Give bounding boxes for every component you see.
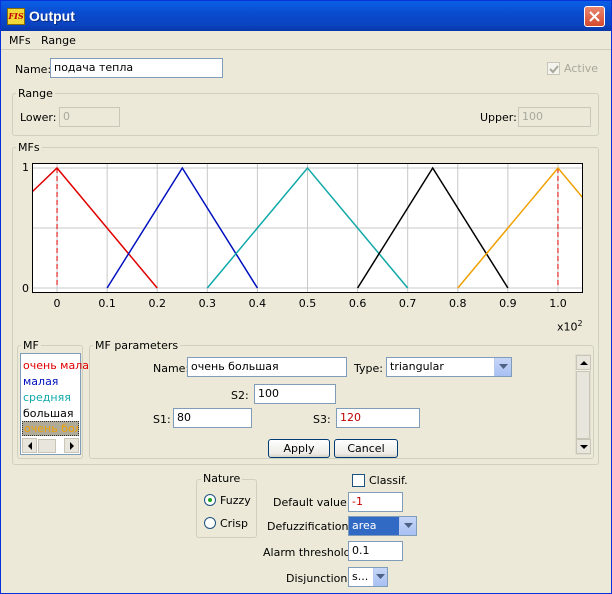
mf-type-select[interactable]: triangular <box>386 357 512 377</box>
window-title: Output <box>29 8 75 24</box>
x-multiplier-exponent: 2 <box>577 319 583 328</box>
active-label: Active <box>564 62 599 75</box>
y-tick-label: 0 <box>22 282 29 295</box>
defuzz-label: Defuzzification: <box>267 520 353 533</box>
x-tick-label: 0.4 <box>248 297 267 310</box>
scroll-left-button[interactable] <box>22 438 37 453</box>
range-legend: Range <box>16 87 55 100</box>
classif-label: Classif. <box>369 474 408 487</box>
mf-list-item-selected[interactable]: очень боль <box>22 421 79 436</box>
params-vertical-scrollbar[interactable] <box>575 354 591 455</box>
defuzz-value: area <box>352 519 377 532</box>
x-tick-label: 0 <box>53 297 61 310</box>
s3-label: S3: <box>313 413 331 426</box>
mf-type-value: triangular <box>390 360 444 373</box>
x-tick-label: 0.1 <box>98 297 116 310</box>
chevron-down-icon <box>376 574 385 579</box>
x-tick-label: 0.3 <box>198 297 217 310</box>
defuzz-dropdown-button[interactable] <box>399 517 416 535</box>
cancel-button[interactable]: Cancel <box>334 439 398 458</box>
x-tick-label: 1.0 <box>549 297 567 310</box>
x-multiplier-base: x10 <box>557 320 578 334</box>
arrow-down-icon <box>580 445 588 449</box>
x-tick-label: 0.9 <box>499 297 517 310</box>
menu-mfs[interactable]: MFs <box>9 34 31 47</box>
classif-checkbox[interactable] <box>352 474 365 487</box>
mf-list-item[interactable]: малая <box>23 375 58 388</box>
apply-button[interactable]: Apply <box>268 439 330 458</box>
x-tick-label: 0.7 <box>398 297 417 310</box>
mf-list-item[interactable]: большая <box>23 407 73 420</box>
s1-label: S1: <box>153 413 171 426</box>
mf-list-item[interactable]: очень мала <box>23 359 89 372</box>
output-window: FIS Output MFs Range Name: подача тепла … <box>0 0 612 594</box>
mf-list-item[interactable]: средняя <box>23 391 71 404</box>
disjunction-select[interactable]: s... <box>348 567 388 587</box>
close-icon <box>589 11 600 22</box>
checkmark-icon <box>549 65 559 74</box>
mf-list-legend: MF <box>21 339 41 352</box>
mf-name-input[interactable]: очень большая <box>187 357 347 377</box>
x-tick-label: 0.5 <box>298 297 317 310</box>
arrow-left-icon <box>28 442 32 450</box>
x-tick-label: 0.8 <box>449 297 467 310</box>
crisp-label: Crisp <box>220 517 248 530</box>
alarm-threshold-label: Alarm threshold: <box>263 546 355 559</box>
scroll-thumb[interactable] <box>576 371 590 439</box>
mfs-legend: MFs <box>16 141 42 154</box>
disjunction-label: Disjunction: <box>286 572 352 585</box>
arrow-right-icon <box>70 442 74 450</box>
scroll-up-button[interactable] <box>576 355 591 370</box>
fuzzy-radio[interactable] <box>204 494 216 506</box>
scroll-thumb[interactable] <box>38 439 56 453</box>
lower-label: Lower: <box>20 111 57 124</box>
x-tick-label: 0.6 <box>348 297 367 310</box>
disjunction-value: s... <box>352 570 369 583</box>
scroll-right-button[interactable] <box>64 438 79 453</box>
disjunction-dropdown-button[interactable] <box>373 568 387 586</box>
menu-bar: MFs Range <box>1 31 611 50</box>
mf-plot[interactable] <box>32 163 583 293</box>
fispro-app-icon: FIS <box>7 8 25 25</box>
title-bar[interactable]: FIS Output <box>1 1 611 31</box>
x-multiplier: x102 <box>557 319 583 334</box>
default-value-input[interactable]: -1 <box>348 492 403 512</box>
active-checkbox[interactable] <box>547 62 560 75</box>
output-name-input[interactable]: подача тепла <box>50 58 223 78</box>
mf-params-legend: MF parameters <box>93 339 181 352</box>
default-value-label: Default value: <box>273 496 351 509</box>
crisp-radio[interactable] <box>204 517 216 529</box>
nature-legend: Nature <box>201 472 243 485</box>
x-tick-label: 0.2 <box>148 297 166 310</box>
mf-name-label: Name: <box>153 362 190 375</box>
chevron-down-icon <box>499 364 508 369</box>
menu-range[interactable]: Range <box>41 34 76 47</box>
chevron-down-icon <box>404 523 413 528</box>
defuzz-select[interactable]: area <box>348 516 417 536</box>
upper-label: Upper: <box>480 111 517 124</box>
lower-input[interactable]: 0 <box>59 107 120 127</box>
y-tick-label: 1 <box>22 161 29 174</box>
radio-selected-dot <box>208 498 212 502</box>
scroll-down-button[interactable] <box>576 439 591 454</box>
s2-label: S2: <box>231 389 249 402</box>
mf-listbox[interactable]: очень мала малая средняя большая очень б… <box>20 353 89 455</box>
arrow-up-icon <box>580 361 588 365</box>
close-button[interactable] <box>584 6 605 27</box>
fuzzy-label: Fuzzy <box>220 494 251 507</box>
alarm-threshold-input[interactable]: 0.1 <box>348 541 403 561</box>
output-name-label: Name: <box>15 63 52 76</box>
mf-type-dropdown-button[interactable] <box>494 358 511 376</box>
s1-input[interactable]: 80 <box>173 408 252 428</box>
s3-input[interactable]: 120 <box>336 408 420 428</box>
mf-type-label: Type: <box>354 362 383 375</box>
s2-input[interactable]: 100 <box>254 384 336 404</box>
upper-input[interactable]: 100 <box>518 107 591 127</box>
